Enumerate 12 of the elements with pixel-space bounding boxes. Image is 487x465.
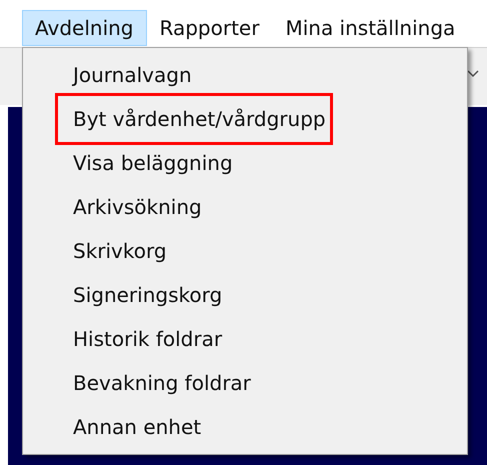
menu-bar-item[interactable]: Mina inställninga — [272, 10, 468, 46]
menu-item[interactable]: Journalvagn — [73, 60, 192, 90]
menu-item[interactable]: Bevakning foldrar — [73, 368, 251, 398]
menu-item[interactable]: Annan enhet — [73, 412, 202, 442]
menu-item[interactable]: Arkivsökning — [73, 192, 202, 222]
menu-item[interactable]: Skrivkorg — [73, 236, 167, 266]
menu-item[interactable]: Signeringskorg — [73, 280, 222, 310]
menu-item[interactable]: Visa beläggning — [73, 148, 233, 178]
menu-item[interactable]: Historik foldrar — [73, 324, 222, 354]
menu-item[interactable]: Byt vårdenhet/vårdgrupp — [55, 93, 333, 145]
menu-bar-item[interactable]: Avdelning — [22, 10, 147, 46]
menu-bar-item[interactable]: Rapporter — [146, 10, 272, 46]
